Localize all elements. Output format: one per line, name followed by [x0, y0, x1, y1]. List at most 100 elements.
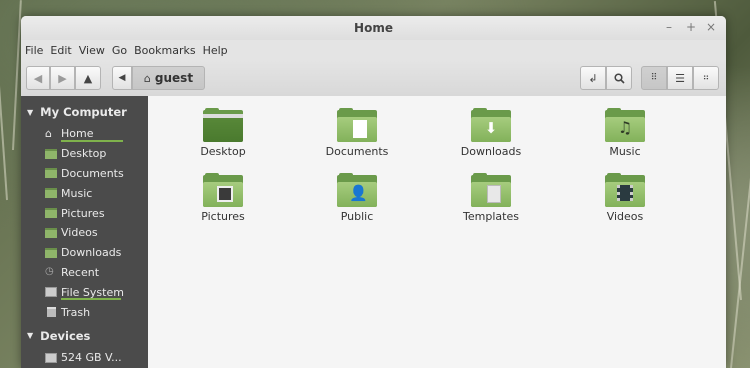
location-entry-icon: ↲ — [588, 71, 598, 85]
file-item-videos[interactable]: Videos — [570, 173, 680, 223]
sidebar-item-home[interactable]: ⌂ Home — [21, 124, 148, 144]
sidebar: ▼ My Computer ⌂ Home Desktop Documents M… — [21, 96, 148, 368]
forward-button[interactable]: ▶ — [50, 66, 75, 90]
downloads-folder-icon — [45, 247, 57, 258]
compact-view-icon: ⠶ — [702, 73, 710, 83]
left-triangle-icon: ◀ — [118, 73, 126, 83]
sidebar-item-recent[interactable]: ◷ Recent — [21, 263, 148, 283]
menu-view[interactable]: View — [79, 44, 112, 57]
downloads-folder-icon: ⬇ — [471, 108, 511, 142]
file-item-downloads[interactable]: ⬇ Downloads — [436, 108, 546, 158]
drive-icon — [45, 287, 57, 298]
pictures-folder-icon — [45, 208, 57, 219]
file-item-label: Desktop — [200, 145, 246, 158]
window-title: Home — [354, 21, 393, 35]
disk-usage-bar — [61, 298, 121, 301]
menu-bookmarks[interactable]: Bookmarks — [134, 44, 202, 57]
sidebar-item-documents[interactable]: Documents — [21, 164, 148, 184]
file-item-desktop[interactable]: Desktop — [168, 108, 278, 158]
sidebar-item-label: Home — [61, 127, 94, 141]
list-view-button[interactable]: ☰ — [667, 66, 693, 90]
sidebar-section-title: My Computer — [40, 105, 127, 119]
sidebar-item-device[interactable]: 524 GB V... — [21, 348, 148, 368]
sidebar-item-file-system[interactable]: File System — [21, 282, 148, 302]
back-button[interactable]: ◀ — [26, 66, 50, 90]
menu-edit[interactable]: Edit — [50, 44, 78, 57]
sidebar-item-music[interactable]: Music — [21, 183, 148, 203]
list-view-icon: ☰ — [675, 71, 685, 85]
wallpaper-grass — [0, 0, 8, 201]
videos-folder-icon — [45, 227, 57, 238]
documents-folder-icon — [337, 108, 377, 142]
sidebar-item-label: Downloads — [61, 246, 122, 260]
sidebar-item-downloads[interactable]: Downloads — [21, 243, 148, 263]
close-button[interactable]: × — [706, 20, 716, 34]
icon-view-button[interactable]: ⠿ — [641, 66, 667, 90]
sidebar-item-pictures[interactable]: Pictures — [21, 203, 148, 223]
forward-arrow-icon: ▶ — [58, 71, 67, 85]
sidebar-item-label: Documents — [61, 166, 124, 180]
public-folder-icon: 👤 — [337, 173, 377, 207]
file-item-documents[interactable]: Documents — [302, 108, 412, 158]
sidebar-section-devices[interactable]: ▼ Devices — [21, 324, 148, 348]
search-button[interactable] — [606, 66, 632, 90]
toggle-location-button[interactable]: ↲ — [580, 66, 606, 90]
sidebar-item-desktop[interactable]: Desktop — [21, 144, 148, 164]
sidebar-item-trash[interactable]: Trash — [21, 302, 148, 322]
file-item-label: Downloads — [460, 145, 522, 158]
menu-help[interactable]: Help — [203, 44, 235, 57]
file-item-templates[interactable]: Templates — [436, 173, 546, 223]
trash-icon — [47, 307, 56, 318]
menu-file[interactable]: File — [25, 44, 50, 57]
minimize-button[interactable]: – — [666, 20, 672, 34]
menu-go[interactable]: Go — [112, 44, 134, 57]
drive-icon — [45, 352, 57, 363]
up-arrow-icon: ▲ — [83, 71, 93, 85]
path-scroll-left-button[interactable]: ◀ — [112, 66, 132, 90]
templates-folder-icon — [471, 173, 511, 207]
sidebar-item-label: Music — [61, 186, 93, 200]
file-item-label: Pictures — [201, 210, 245, 223]
wallpaper-grass — [730, 1, 750, 368]
home-icon: ⌂ — [45, 126, 52, 140]
desktop-folder-icon — [203, 108, 243, 142]
file-item-label: Templates — [463, 210, 519, 223]
file-item-label: Videos — [606, 210, 644, 223]
expand-triangle-icon: ▼ — [27, 107, 34, 117]
folder-icon — [45, 168, 57, 179]
file-item-pictures[interactable]: Pictures — [168, 173, 278, 223]
back-arrow-icon: ◀ — [33, 71, 43, 85]
videos-folder-icon — [605, 173, 645, 207]
sidebar-item-label: Recent — [61, 265, 100, 279]
sidebar-section-title: Devices — [40, 328, 91, 343]
expand-triangle-icon: ▼ — [27, 331, 34, 341]
up-button[interactable]: ▲ — [75, 66, 101, 90]
menu-bar: File Edit View Go Bookmarks Help — [21, 40, 726, 60]
search-icon — [613, 72, 625, 84]
file-item-music[interactable]: ♫ Music — [570, 108, 680, 158]
title-bar[interactable]: Home – + × — [21, 16, 726, 40]
sidebar-item-videos[interactable]: Videos — [21, 223, 148, 243]
file-item-label: Music — [609, 145, 641, 158]
toolbar: ◀ ▶ ▲ ◀ ⌂ guest ↲ ⠿ ☰ ⠶ — [21, 60, 726, 97]
sidebar-section-my-computer[interactable]: ▼ My Computer — [21, 100, 148, 124]
file-manager-window: Home – + × File Edit View Go Bookmarks H… — [21, 16, 726, 368]
file-item-public[interactable]: 👤 Public — [302, 173, 412, 223]
compact-view-button[interactable]: ⠶ — [693, 66, 719, 90]
sidebar-item-label: Trash — [61, 305, 91, 319]
sidebar-item-label: Desktop — [61, 147, 107, 161]
music-folder-icon: ♫ — [605, 108, 645, 142]
pictures-folder-icon — [203, 173, 243, 207]
disk-usage-bar — [61, 139, 123, 142]
sidebar-item-label: 524 GB V... — [61, 351, 122, 365]
file-item-label: Documents — [325, 145, 389, 158]
home-icon: ⌂ — [143, 71, 151, 85]
path-button-guest[interactable]: ⌂ guest — [132, 66, 205, 90]
desktop-icon — [45, 148, 57, 159]
icon-view-icon: ⠿ — [650, 73, 658, 83]
file-view[interactable]: Desktop Documents ⬇ Downloads ♫ Music Pi… — [148, 96, 726, 368]
recent-icon: ◷ — [45, 266, 54, 278]
music-folder-icon — [45, 188, 57, 199]
path-button-label: guest — [154, 71, 194, 85]
maximize-button[interactable]: + — [686, 20, 696, 34]
